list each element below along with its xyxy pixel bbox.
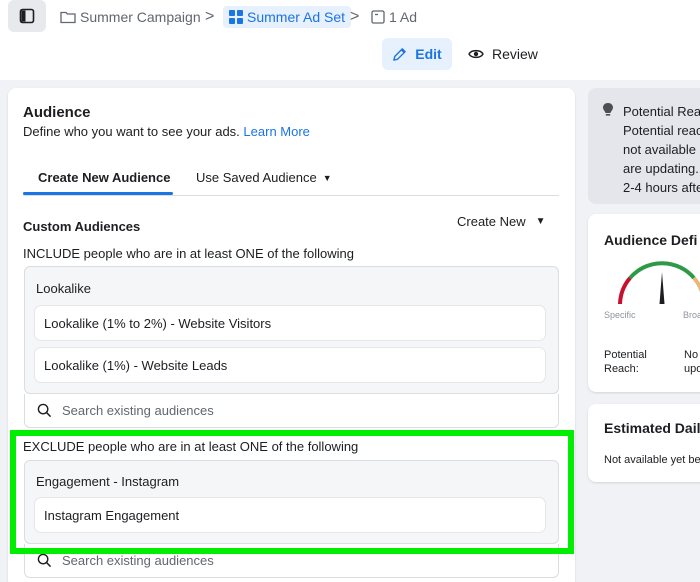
include-search-input[interactable]: Search existing audiences	[24, 394, 559, 428]
potential-reach-value: No upo	[684, 348, 700, 376]
notice-line: Potential Rea	[623, 104, 700, 119]
breadcrumb-adset[interactable]: Summer Ad Set	[223, 6, 352, 28]
potential-reach-value-line: upo	[684, 363, 700, 375]
breadcrumb-ad[interactable]: 1 Ad	[371, 6, 417, 28]
include-group-title: Lookalike	[36, 281, 91, 296]
notice-line: Potential reac	[623, 123, 700, 138]
learn-more-link[interactable]: Learn More	[243, 124, 309, 139]
caret-down-icon: ▼	[322, 172, 332, 183]
potential-reach-notice-text: Potential Rea Potential reac not availab…	[623, 102, 700, 197]
notice-line: 2-4 hours afte	[623, 180, 700, 195]
create-new-dropdown[interactable]: Create New ▼	[457, 214, 546, 229]
top-bar: Summer Campaign > Summer Ad Set > 1 Ad E…	[0, 0, 700, 80]
potential-reach-notice: Potential Rea Potential reac not availab…	[588, 88, 700, 204]
breadcrumb-ad-label: 1 Ad	[389, 9, 418, 25]
search-placeholder: Search existing audiences	[62, 403, 214, 418]
caret-down-icon: ▼	[535, 216, 546, 227]
ad-icon	[371, 10, 385, 24]
lightbulb-icon	[603, 103, 613, 116]
custom-audiences-label: Custom Audiences	[23, 219, 141, 234]
section-subtitle: Define who you want to see your ads. Lea…	[23, 124, 310, 139]
breadcrumb-separator: >	[205, 8, 215, 25]
tab-use-saved-audience-label: Use Saved Audience	[196, 170, 317, 185]
review-button-label: Review	[492, 46, 538, 62]
audience-chip[interactable]: Lookalike (1%) - Website Leads	[35, 348, 545, 382]
estimated-daily-title: Estimated Dail	[604, 420, 700, 436]
grid-icon	[229, 10, 243, 24]
section-title: Audience	[23, 104, 91, 121]
audience-definition-card: Audience Defi Specific Broa Potential Re…	[588, 214, 700, 392]
breadcrumb-campaign[interactable]: Summer Campaign	[60, 6, 201, 28]
include-group: Lookalike Lookalike (1% to 2%) - Website…	[24, 266, 559, 394]
potential-reach-label: Potential Reach:	[604, 349, 647, 375]
audience-definition-title: Audience Defi	[604, 232, 698, 248]
gauge-broad-label: Broa	[683, 310, 700, 320]
include-label: INCLUDE people who are in at least ONE o…	[23, 246, 354, 261]
breadcrumb-campaign-label: Summer Campaign	[80, 9, 201, 25]
sidebar-toggle-button[interactable]	[8, 0, 46, 32]
edit-button[interactable]: Edit	[382, 38, 452, 70]
estimated-daily-text: Not available yet be	[604, 454, 700, 466]
edit-button-label: Edit	[415, 46, 442, 62]
subtitle-text: Define who you want to see your ads.	[23, 124, 240, 139]
tabs-divider	[23, 195, 559, 196]
sidebar-toggle-icon	[19, 8, 35, 24]
estimated-daily-results-card: Estimated Dail Not available yet be	[588, 404, 700, 482]
search-icon	[37, 553, 52, 568]
notice-line: not available	[623, 142, 696, 157]
exclude-highlight-box	[10, 430, 574, 554]
create-new-label: Create New	[457, 214, 526, 229]
search-icon	[37, 403, 52, 418]
breadcrumb-separator: >	[350, 8, 360, 25]
tab-create-new-audience[interactable]: Create New Audience	[38, 170, 170, 185]
search-placeholder: Search existing audiences	[62, 553, 214, 568]
pencil-icon	[393, 47, 407, 61]
potential-reach-value-line: No	[684, 349, 699, 361]
tab-use-saved-audience[interactable]: Use Saved Audience ▼	[196, 170, 332, 185]
eye-icon	[468, 49, 484, 59]
folder-icon	[60, 11, 76, 24]
gauge-specific-label: Specific	[604, 310, 636, 320]
review-button[interactable]: Review	[468, 38, 538, 70]
audience-size-gauge	[618, 261, 700, 305]
notice-line: are updating.	[623, 161, 699, 176]
breadcrumb-adset-label: Summer Ad Set	[247, 9, 346, 25]
audience-chip[interactable]: Lookalike (1% to 2%) - Website Visitors	[35, 306, 545, 340]
